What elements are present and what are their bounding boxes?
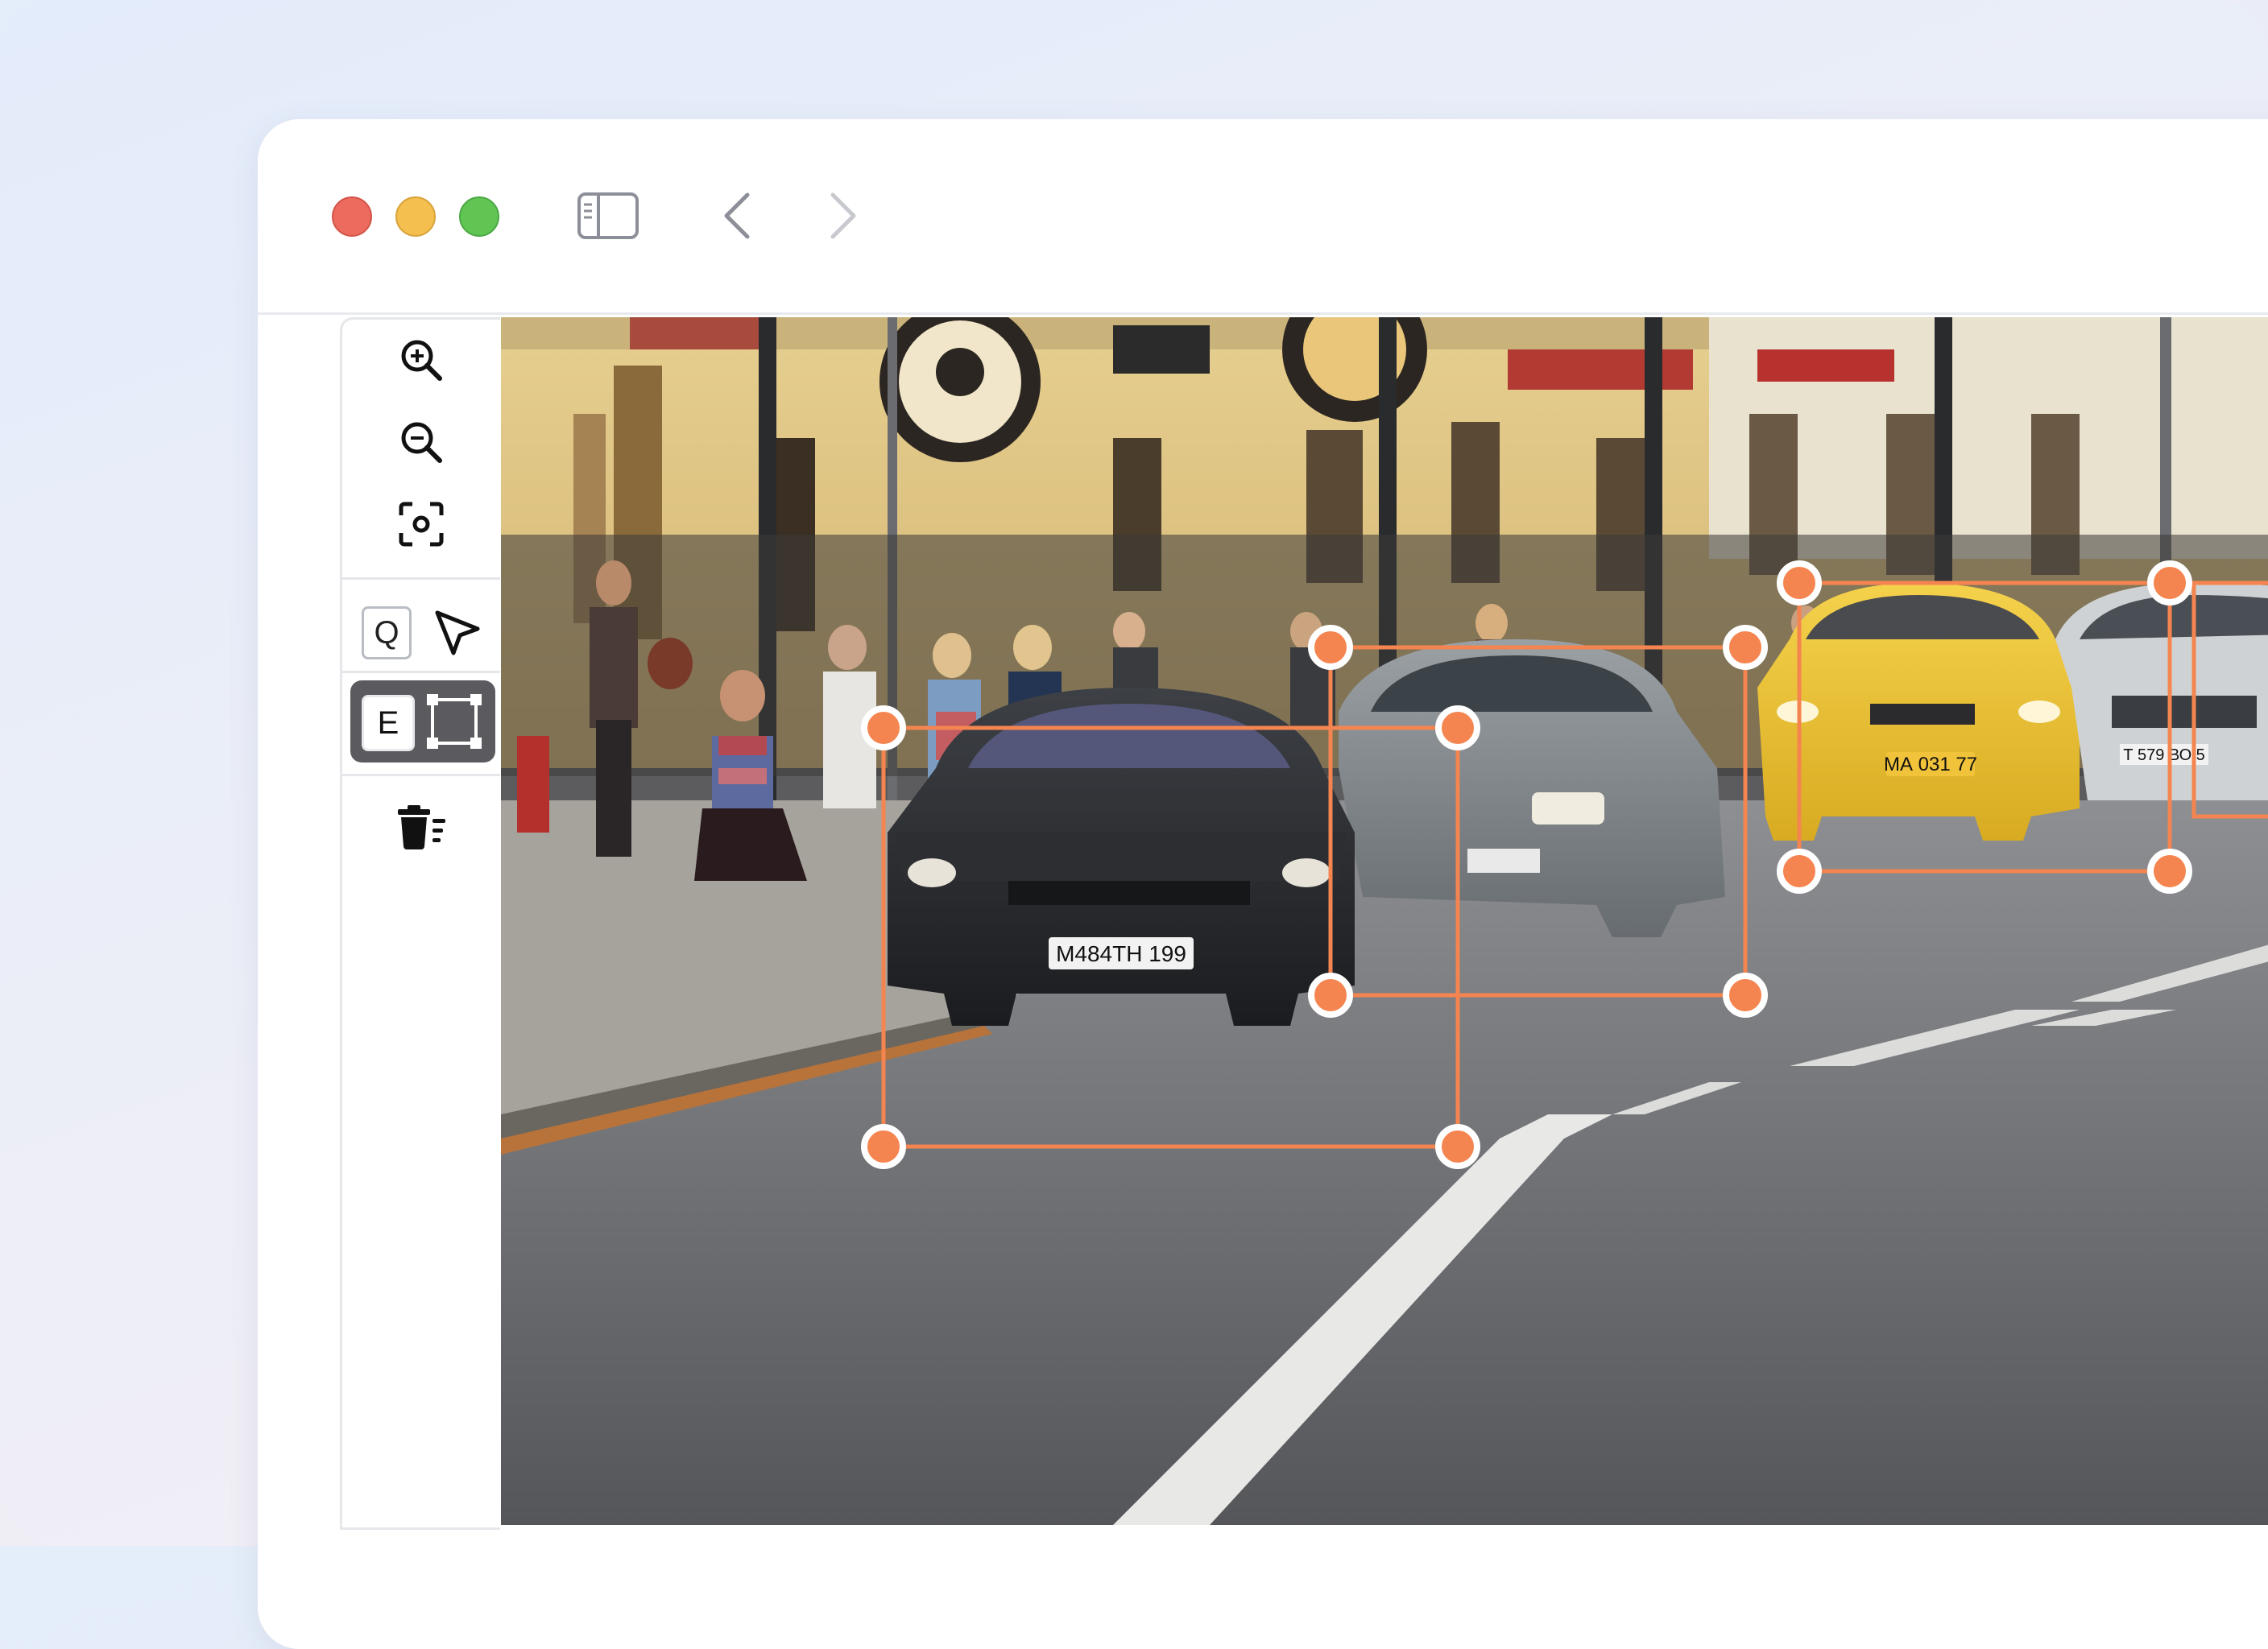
resize-handle[interactable] xyxy=(861,705,906,750)
car-white-mercedes: Т 579 ВО 5 xyxy=(2055,583,2268,800)
bbox-shortcut-key: E xyxy=(362,695,415,751)
delete-all-button[interactable] xyxy=(342,787,500,867)
title-bar xyxy=(258,119,2268,315)
sidebar-toggle-icon[interactable] xyxy=(577,192,639,240)
bbox-tool-button[interactable]: E xyxy=(350,680,495,763)
cursor-arrow-icon[interactable] xyxy=(431,606,484,659)
image-canvas[interactable]: М484ТН 199 МА 031 77 Т 579 ВО 5 xyxy=(501,317,2268,1525)
zoom-in-icon xyxy=(401,340,442,381)
resize-handle[interactable] xyxy=(1308,625,1353,670)
resize-handle[interactable] xyxy=(1435,705,1480,750)
zoom-out-button[interactable] xyxy=(342,402,500,482)
toolbar-divider xyxy=(342,671,500,673)
car-dark-opel: М484ТН 199 xyxy=(888,688,1355,1026)
resize-handle[interactable] xyxy=(1435,1124,1480,1169)
resize-handle[interactable] xyxy=(2147,560,2192,605)
toolbar-divider xyxy=(342,577,500,580)
zoom-in-button[interactable] xyxy=(342,320,500,400)
resize-handle[interactable] xyxy=(1777,560,1822,605)
trash-list-icon xyxy=(398,805,445,849)
car-yellow-taxi: МА 031 77 xyxy=(1757,583,2080,841)
bounding-box-icon xyxy=(427,694,482,749)
resize-handle[interactable] xyxy=(1308,973,1353,1018)
resize-handle[interactable] xyxy=(1777,849,1822,894)
license-plate: МА 031 77 xyxy=(1884,754,1977,775)
focus-icon xyxy=(399,502,444,547)
fit-view-button[interactable] xyxy=(342,484,500,564)
street-photo: М484ТН 199 МА 031 77 Т 579 ВО 5 xyxy=(501,317,2268,1525)
resize-handle[interactable] xyxy=(1723,973,1768,1018)
select-shortcut-key: Q xyxy=(362,606,412,659)
resize-handle[interactable] xyxy=(2147,849,2192,894)
resize-handle[interactable] xyxy=(1723,625,1768,670)
toolbar-divider xyxy=(342,774,500,776)
maximize-window-button[interactable] xyxy=(459,196,499,237)
chevron-left-icon[interactable] xyxy=(720,192,757,240)
close-window-button[interactable] xyxy=(332,196,372,237)
chevron-right-icon[interactable] xyxy=(823,192,860,240)
zoom-out-icon xyxy=(401,422,442,463)
app-window: Q E М484ТН 199 МА 031 77 Т 579 ВО 5 xyxy=(258,119,2268,1649)
minimize-window-button[interactable] xyxy=(395,196,436,237)
annotation-toolbar: Q E xyxy=(340,317,500,1530)
license-plate: М484ТН 199 xyxy=(1056,941,1186,966)
resize-handle[interactable] xyxy=(861,1124,906,1169)
